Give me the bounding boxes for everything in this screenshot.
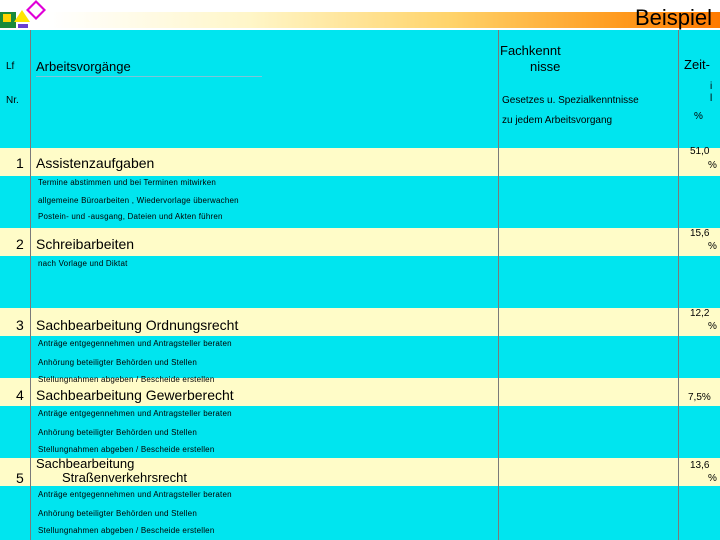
row-nr: 3: [16, 317, 24, 333]
row-item: Anträge entgegennehmen und Antragsteller…: [38, 339, 232, 348]
column-divider: [30, 30, 31, 540]
logo: [0, 0, 48, 30]
task-table: Lf Nr. Arbeitsvorgänge Fachkennt nisse G…: [0, 30, 720, 540]
column-divider: [678, 30, 679, 540]
row-title: Assistenzaufgaben: [36, 155, 155, 171]
header-zeit-line3: l: [710, 93, 713, 104]
title-banner: [48, 12, 720, 28]
header-zeit-line2: i: [710, 81, 713, 92]
row-unit: %: [708, 321, 717, 332]
header-gesetzes: Gesetzes u. Spezialkenntnisse: [502, 95, 639, 106]
row-item: allgemeine Büroarbeiten , Wiedervorlage …: [38, 196, 239, 205]
row-item: Postein- und -ausgang, Dateien und Akten…: [38, 212, 223, 221]
row-item: Stellungnahmen abgeben / Bescheide erste…: [38, 445, 215, 454]
row-item: Anträge entgegennehmen und Antragsteller…: [38, 490, 232, 499]
logo-graphic: [0, 0, 46, 28]
row-item: Stellungnahmen abgeben / Bescheide erste…: [38, 526, 215, 535]
row-title: Sachbearbeitung Gewerberecht: [36, 387, 234, 403]
row-item: nach Vorlage und Diktat: [38, 259, 128, 268]
row-nr: 1: [16, 155, 24, 171]
row-nr: 5: [16, 470, 24, 486]
row-title: Schreibarbeiten: [36, 236, 135, 252]
row-item: Anhörung beteiligter Behörden und Stelle…: [38, 358, 197, 367]
header-zu-jedem: zu jedem Arbeitsvorgang: [502, 115, 613, 126]
row-value: 12,2: [690, 308, 710, 319]
page-title: Beispiel: [634, 5, 712, 30]
header-arbeitsvorgaenge: Arbeitsvorgänge: [36, 59, 131, 74]
row-value: 7,5%: [688, 392, 711, 403]
row-unit: %: [708, 160, 717, 171]
row-item: Anträge entgegennehmen und Antragsteller…: [38, 409, 232, 418]
header-fachkenntnisse: Fachkennt nisse: [500, 43, 561, 75]
header-zeit-pct: %: [694, 111, 703, 122]
row-item: Anhörung beteiligter Behörden und Stelle…: [38, 509, 197, 518]
row-nr: 2: [16, 236, 24, 252]
row-value: 15,6: [690, 228, 710, 239]
header-underline: [36, 76, 262, 77]
header-fachkenntnisse-line1: Fachkennt: [500, 43, 561, 58]
row-title: Sachbearbeitung Ordnungsrecht: [36, 317, 239, 333]
header-zeit-line1: Zeit-: [684, 57, 710, 72]
row-item: Anhörung beteiligter Behörden und Stelle…: [38, 428, 197, 437]
row-title-line2: Straßenverkehrsrecht: [62, 470, 187, 485]
header-nr: Nr.: [6, 95, 19, 106]
header-fachkenntnisse-line2: nisse: [530, 59, 561, 74]
row-nr: 4: [16, 387, 24, 403]
row-item: Stellungnahmen abgeben / Bescheide erste…: [38, 375, 215, 384]
row-title-line1: Sachbearbeitung: [36, 456, 135, 471]
row-unit: %: [708, 241, 717, 252]
row-item: Termine abstimmen und bei Terminen mitwi…: [38, 178, 217, 187]
header-lf: Lf: [6, 61, 15, 72]
row-value: 13,6: [690, 460, 710, 471]
row-unit: %: [708, 473, 717, 484]
row-value: 51,0: [690, 146, 710, 157]
column-divider: [498, 30, 499, 540]
